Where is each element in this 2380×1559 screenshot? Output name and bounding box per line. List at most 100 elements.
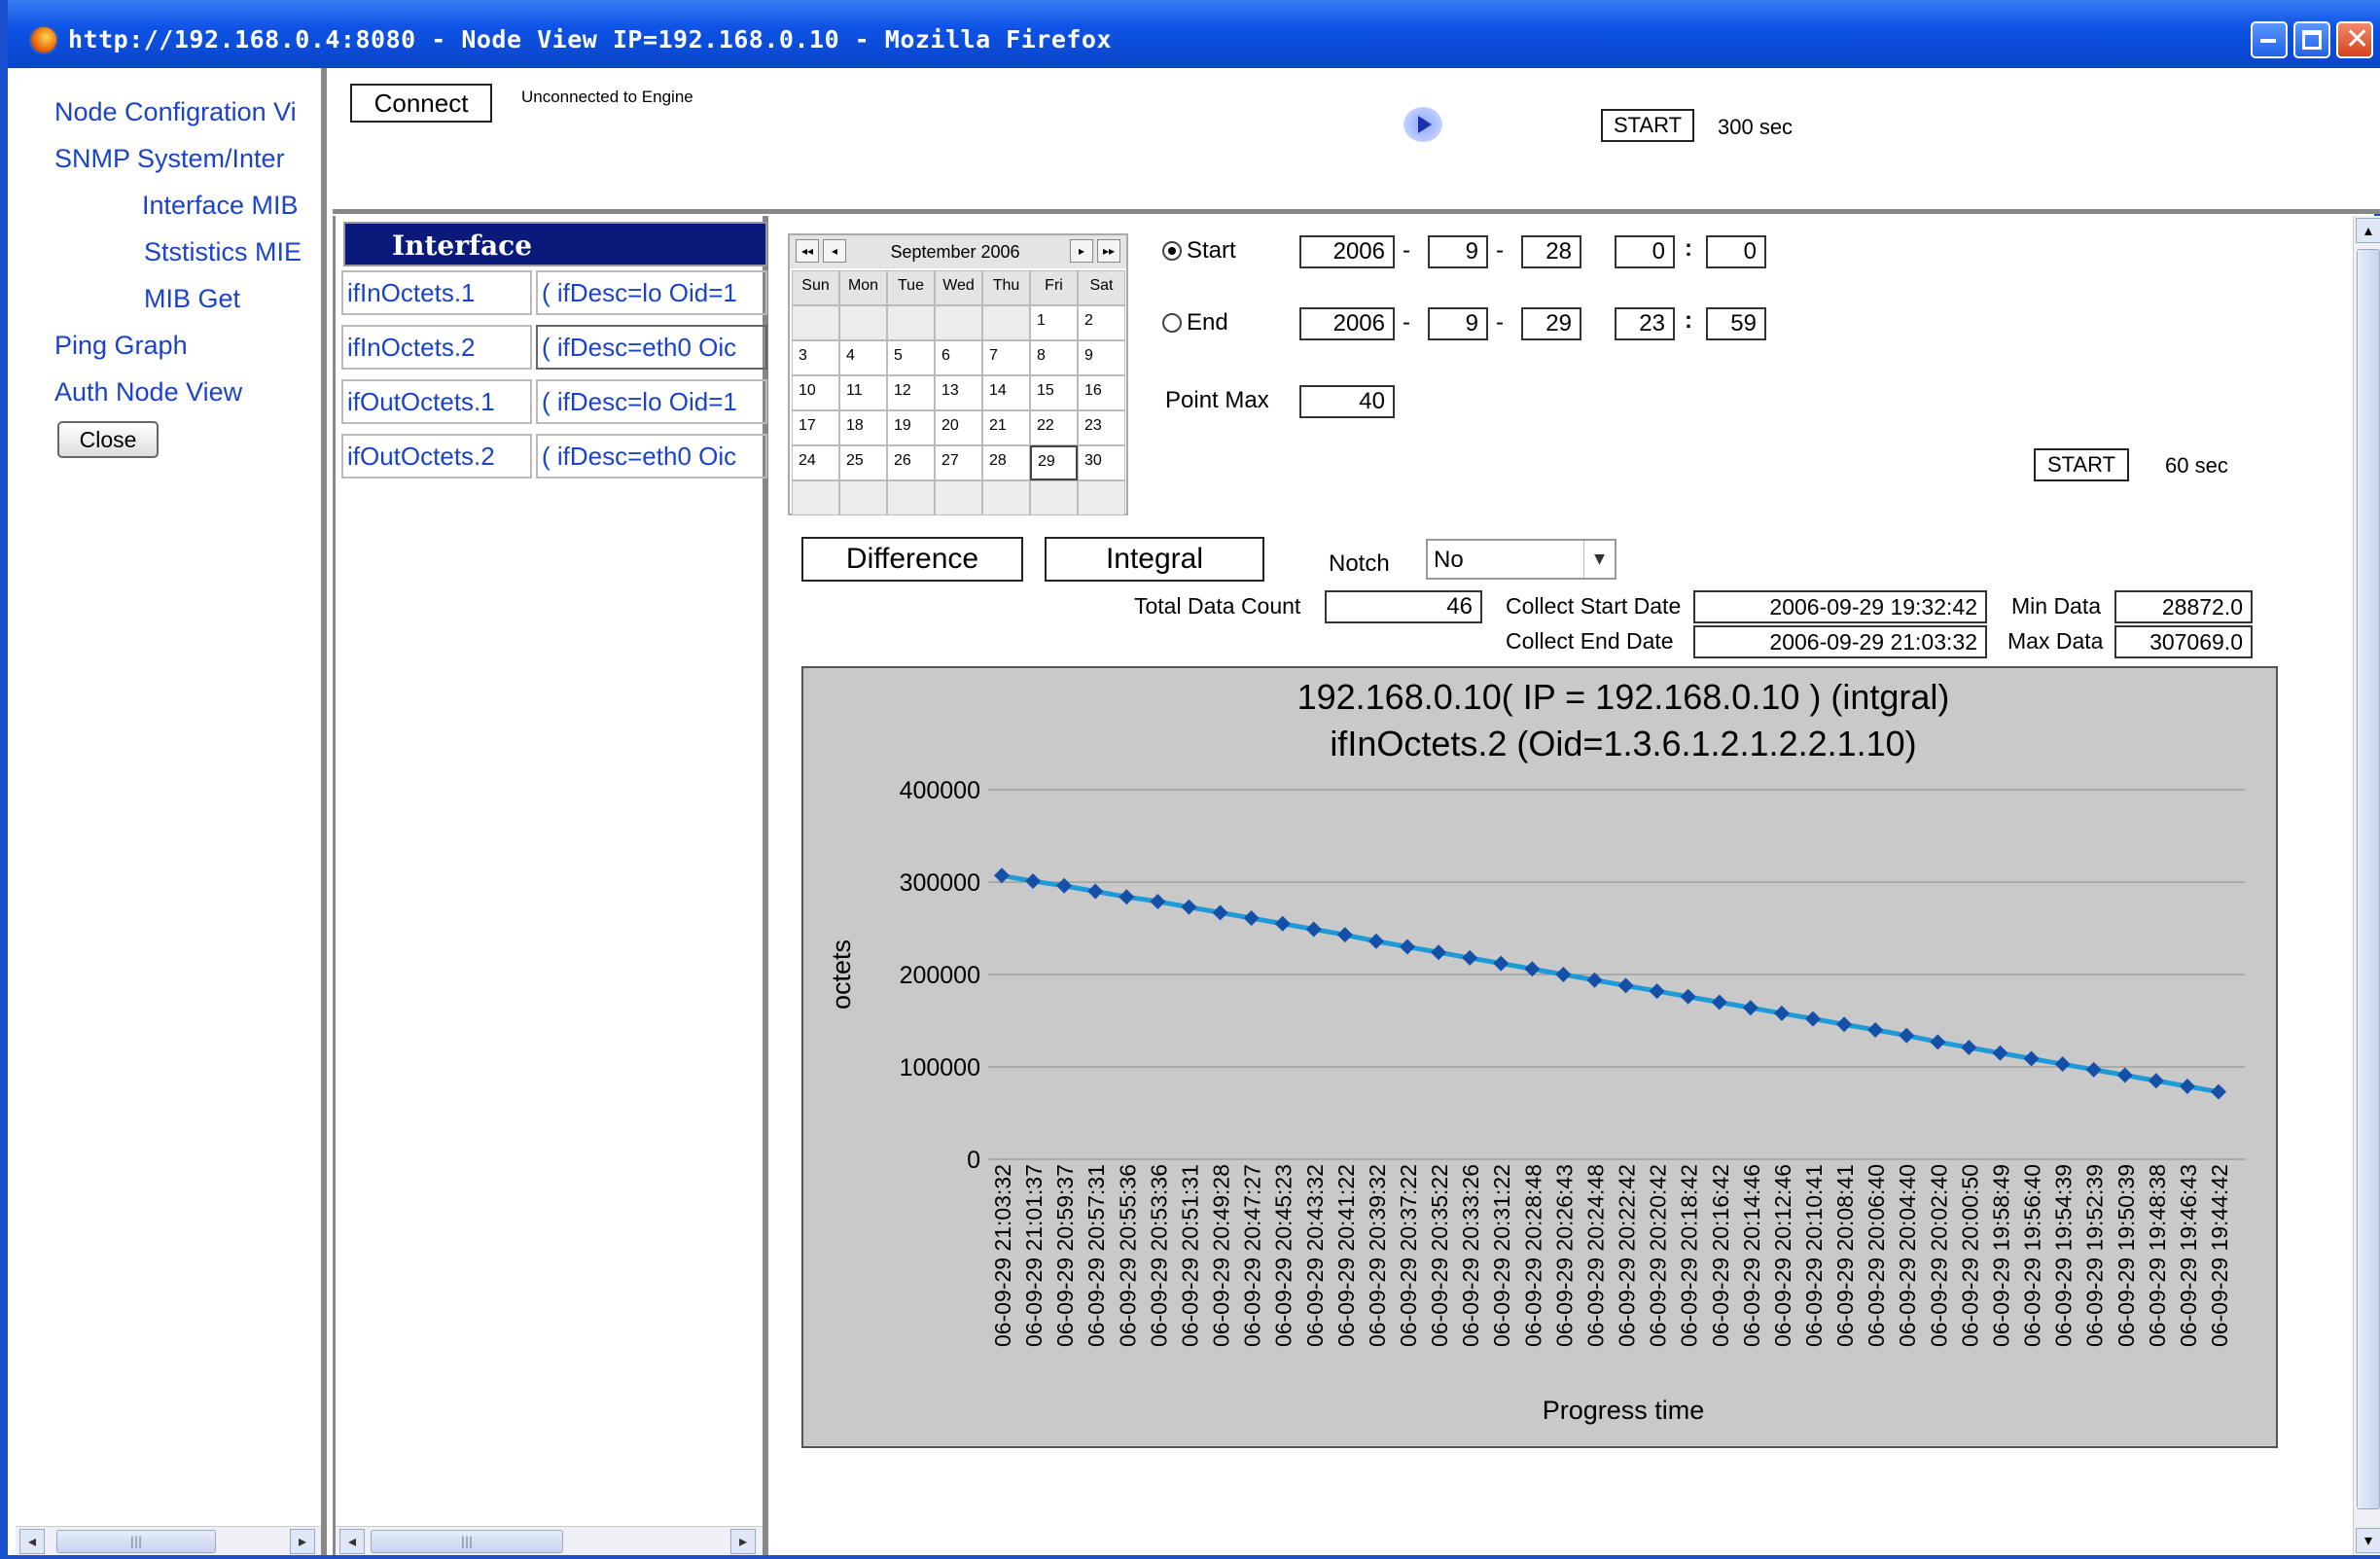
calendar-day[interactable]: 18: [839, 410, 887, 445]
x-tick-label: 06-09-29 19:44:42: [2207, 1164, 2232, 1347]
notch-select[interactable]: No ▼: [1426, 539, 1616, 580]
nav-snmp-system[interactable]: SNMP System/Inter: [54, 144, 327, 174]
calendar-day[interactable]: 5: [887, 340, 935, 375]
start-radio[interactable]: [1162, 241, 1182, 261]
nav-auth-node-view[interactable]: Auth Node View: [54, 377, 327, 407]
scroll-up-arrow[interactable]: ▴: [2356, 218, 2380, 243]
start-refresh-button[interactable]: START: [1601, 109, 1694, 142]
calendar-day[interactable]: 10: [792, 375, 839, 410]
point-max-input[interactable]: 40: [1299, 385, 1395, 418]
start-minute-input[interactable]: 0: [1706, 235, 1766, 268]
calendar-day[interactable]: 19: [887, 410, 935, 445]
end-minute-input[interactable]: 59: [1706, 307, 1766, 340]
start-day-input[interactable]: 28: [1521, 235, 1581, 268]
nav-node-configuration[interactable]: Node Configration Vi: [54, 97, 327, 127]
calendar-prev-year-button[interactable]: ◂◂: [796, 239, 819, 263]
calendar-day[interactable]: 25: [839, 445, 887, 480]
start-hour-input[interactable]: 0: [1615, 235, 1675, 268]
end-year-input[interactable]: 2006: [1299, 307, 1395, 340]
connect-button[interactable]: Connect: [350, 84, 492, 123]
data-point: [1617, 977, 1634, 994]
interface-desc-cell[interactable]: ( ifDesc=lo Oid=1: [536, 270, 767, 315]
minimize-button[interactable]: [2251, 21, 2288, 58]
scroll-right-arrow[interactable]: ▸: [730, 1529, 756, 1554]
calendar-day[interactable]: 30: [1078, 445, 1125, 480]
calendar-day[interactable]: 13: [935, 375, 982, 410]
end-day-input[interactable]: 29: [1521, 307, 1581, 340]
calendar-day[interactable]: 7: [982, 340, 1030, 375]
interface-name-cell[interactable]: ifInOctets.2: [341, 325, 532, 370]
data-point: [2054, 1056, 2071, 1073]
x-tick-label: 06-09-29 20:35:22: [1427, 1164, 1452, 1347]
left-hscrollbar[interactable]: ◂ ||| ▸: [16, 1526, 321, 1555]
interface-name-cell[interactable]: ifOutOctets.2: [341, 434, 532, 478]
nav-ping-graph[interactable]: Ping Graph: [54, 331, 327, 361]
close-button[interactable]: Close: [57, 421, 159, 458]
interface-name-cell[interactable]: ifInOctets.1: [341, 270, 532, 315]
calendar-day[interactable]: 22: [1030, 410, 1078, 445]
calendar-day[interactable]: 29: [1030, 445, 1078, 480]
calendar-day[interactable]: 12: [887, 375, 935, 410]
calendar-day[interactable]: 21: [982, 410, 1030, 445]
collect-end-label: Collect End Date: [1506, 628, 1674, 654]
nav-interface-mib[interactable]: Interface MIB: [142, 191, 327, 221]
end-month-input[interactable]: 9: [1428, 307, 1488, 340]
calendar-day[interactable]: 17: [792, 410, 839, 445]
calendar-empty-cell: [839, 480, 887, 515]
maximize-button[interactable]: [2293, 21, 2330, 58]
interface-name-cell[interactable]: ifOutOctets.1: [341, 379, 532, 424]
calendar-day[interactable]: 11: [839, 375, 887, 410]
calendar-day[interactable]: 23: [1078, 410, 1125, 445]
interface-desc-cell[interactable]: ( ifDesc=lo Oid=1: [536, 379, 767, 424]
calendar-weekday: Tue: [887, 270, 935, 305]
x-tick-label: 06-09-29 20:57:31: [1083, 1164, 1109, 1347]
calendar-day[interactable]: 8: [1030, 340, 1078, 375]
end-radio[interactable]: [1162, 313, 1182, 333]
main-vscrollbar[interactable]: ▴ ▾: [2353, 216, 2380, 1555]
start-graph-button[interactable]: START: [2034, 448, 2129, 481]
integral-button[interactable]: Integral: [1045, 537, 1264, 582]
scroll-left-arrow[interactable]: ◂: [19, 1529, 45, 1554]
calendar-empty-cell: [839, 305, 887, 340]
nav-mib-get[interactable]: MIB Get: [144, 284, 327, 314]
calendar-day[interactable]: 15: [1030, 375, 1078, 410]
interface-hscrollbar[interactable]: ◂ ||| ▸: [336, 1526, 763, 1555]
separator-dash: -: [1496, 237, 1504, 264]
data-point: [994, 868, 1010, 884]
interface-desc-cell[interactable]: ( ifDesc=eth0 Oic: [536, 325, 767, 370]
interface-desc-cell[interactable]: ( ifDesc=eth0 Oic: [536, 434, 767, 478]
scroll-thumb[interactable]: [2357, 249, 2380, 1509]
calendar-day[interactable]: 24: [792, 445, 839, 480]
scroll-left-arrow[interactable]: ◂: [339, 1529, 365, 1554]
x-tick-label: 06-09-29 21:01:37: [1021, 1164, 1047, 1347]
difference-button[interactable]: Difference: [801, 537, 1023, 582]
calendar-next-month-button[interactable]: ▸: [1070, 239, 1093, 263]
calendar-day[interactable]: 6: [935, 340, 982, 375]
close-window-button[interactable]: ✕: [2336, 21, 2373, 58]
calendar-day[interactable]: 3: [792, 340, 839, 375]
calendar-day[interactable]: 16: [1078, 375, 1125, 410]
scroll-down-arrow[interactable]: ▾: [2356, 1528, 2380, 1553]
start-month-input[interactable]: 9: [1428, 235, 1488, 268]
calendar-empty-cell: [1078, 480, 1125, 515]
calendar-next-year-button[interactable]: ▸▸: [1097, 239, 1120, 263]
nav-statistics-mib[interactable]: Ststistics MIE: [144, 237, 327, 267]
scroll-thumb[interactable]: |||: [371, 1530, 563, 1553]
calendar-day[interactable]: 1: [1030, 305, 1078, 340]
calendar-day[interactable]: 26: [887, 445, 935, 480]
scroll-right-arrow[interactable]: ▸: [290, 1529, 315, 1554]
start-year-input[interactable]: 2006: [1299, 235, 1395, 268]
calendar-prev-month-button[interactable]: ◂: [823, 239, 846, 263]
calendar-day[interactable]: 14: [982, 375, 1030, 410]
calendar-day[interactable]: 2: [1078, 305, 1125, 340]
calendar-day[interactable]: 9: [1078, 340, 1125, 375]
calendar-day[interactable]: 28: [982, 445, 1030, 480]
calendar-day[interactable]: 27: [935, 445, 982, 480]
calendar-day[interactable]: 20: [935, 410, 982, 445]
end-hour-input[interactable]: 23: [1615, 307, 1675, 340]
data-point: [1336, 927, 1353, 943]
scroll-thumb[interactable]: |||: [56, 1530, 216, 1553]
calendar-day[interactable]: 4: [839, 340, 887, 375]
data-point: [1119, 889, 1135, 905]
data-point: [1742, 1000, 1758, 1016]
